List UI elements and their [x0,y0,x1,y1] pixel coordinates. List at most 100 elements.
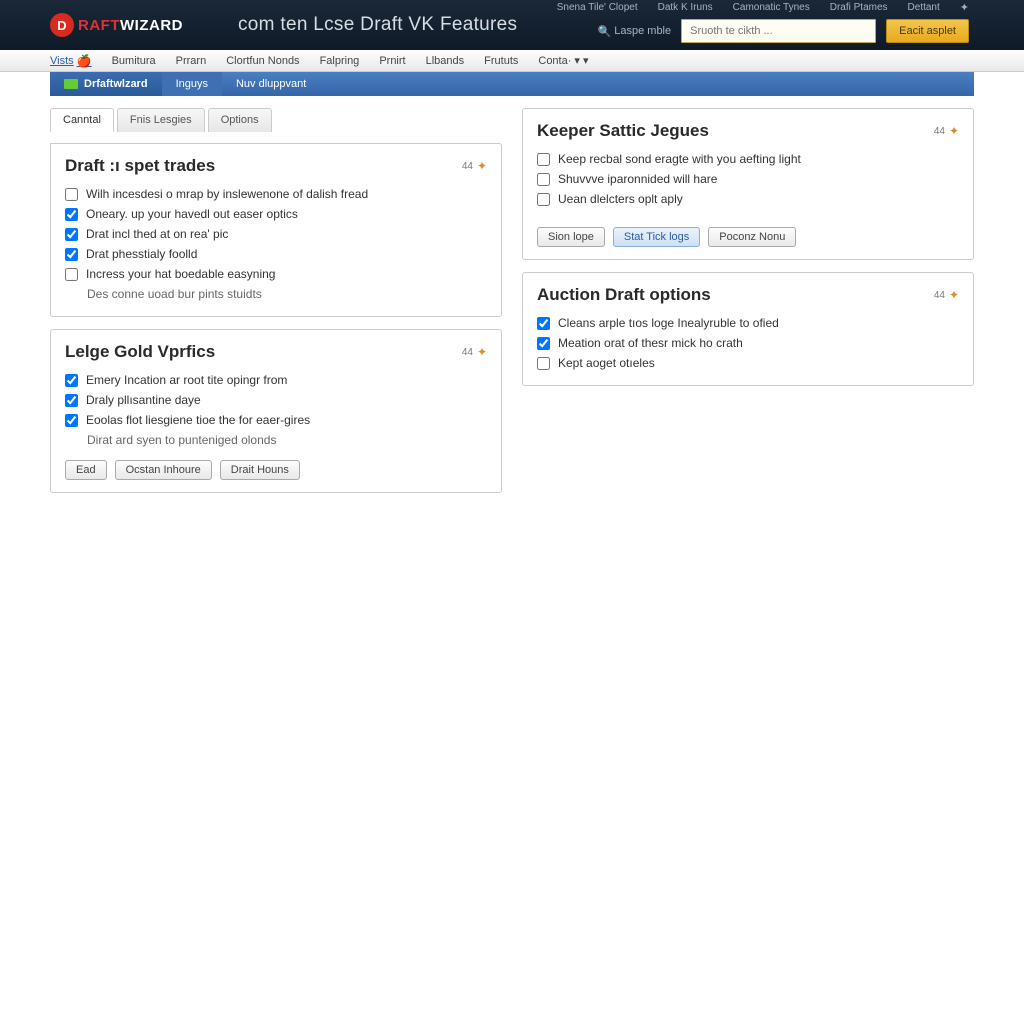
search-label: 🔍 Laspe mble [598,25,672,38]
logo-text: RAFTWIZARD [78,17,183,34]
panel-auction: Auction Draft options 44✦ Cleans arple t… [522,272,974,386]
star-icon: ✦ [949,124,959,138]
topnav-link[interactable]: Snena Tile' Clopet [557,2,638,13]
option-label: Drat phesstialy foolld [86,247,197,261]
nav-item[interactable]: Prnirt [379,55,405,67]
checkbox[interactable] [65,268,78,281]
nav-item[interactable]: Falpring [320,55,360,67]
stat-tick-button[interactable]: Stat Tick logs [613,227,700,247]
option-row[interactable]: Meation orat of thesr mick ho crath [537,333,959,353]
panel-badge: 44✦ [934,288,959,302]
panel-title: Draft :ı spet trades [65,156,215,176]
button-row: Ead Ocstan Inhoure Drait Houns [65,460,487,480]
ocstan-button[interactable]: Ocstan Inhoure [115,460,212,480]
flag-icon [64,79,78,89]
sub-nav: Drfaftwlzard Inguys Nuv dluppvant [50,72,974,96]
apple-icon: 🍎 [77,54,92,68]
nav-item[interactable]: Prrarn [176,55,207,67]
nav-item[interactable]: Llbands [426,55,465,67]
checkbox[interactable] [537,193,550,206]
option-row[interactable]: Emery Incation ar root tite opingr from [65,370,487,390]
logo[interactable]: D RAFTWIZARD [50,13,183,37]
option-row[interactable]: Cleans arple tıos loge Inealyruble to of… [537,313,959,333]
checkbox[interactable] [537,357,550,370]
option-label: Uean dlelcters oplt aply [558,192,683,206]
panel-keeper: Keeper Sattic Jegues 44✦ Keep recbal son… [522,108,974,260]
button-row: Sion lope Stat Tick logs Poconz Nonu [537,227,959,247]
checkbox[interactable] [537,173,550,186]
checkbox[interactable] [537,317,550,330]
option-row[interactable]: Incress your hat boedable easyning [65,264,487,284]
option-label: Eoolas flot liesgiene tioe the for eaer-… [86,413,310,427]
checkbox[interactable] [537,337,550,350]
panel-lelge-gold: Lelge Gold Vprfics 44✦ Emery Incation ar… [50,329,502,493]
tab[interactable]: Options [208,108,272,132]
topnav-link[interactable]: Camonatic Tynes [733,2,810,13]
checkbox[interactable] [65,228,78,241]
search-input[interactable] [681,19,876,43]
option-label: Shuvvve iparonnided will hare [558,172,717,186]
option-label: Meation orat of thesr mick ho crath [558,336,743,350]
panel-draft-trades: Draft :ı spet trades 44✦ Wilh incesdesi … [50,143,502,317]
option-row[interactable]: Drat phesstialy foolld [65,244,487,264]
checkbox[interactable] [65,414,78,427]
option-label: Kept aoget otıeles [558,356,655,370]
checkbox[interactable] [65,208,78,221]
option-label: Keep recbal sond eragte with you aefting… [558,152,801,166]
option-row[interactable]: Kept aoget otıeles [537,353,959,373]
checkbox[interactable] [65,374,78,387]
option-row[interactable]: Shuvvve iparonnided will hare [537,169,959,189]
option-label: Draly pllısantine daye [86,393,201,407]
topnav-link[interactable]: Dettant [908,2,940,13]
panel-badge: 44✦ [934,124,959,138]
option-row[interactable]: Keep recbal sond eragte with you aefting… [537,149,959,169]
nav-item-dropdown[interactable]: Conta· ▾ ▾ [538,54,588,67]
poconz-button[interactable]: Poconz Nonu [708,227,796,247]
option-label: Wilh incesdesi o mrap by inslewenone of … [86,187,368,201]
sion-lope-button[interactable]: Sion lope [537,227,605,247]
panel-title: Lelge Gold Vprfics [65,342,215,362]
subnav-item[interactable]: Inguys [162,72,222,96]
option-row[interactable]: Wilh incesdesi o mrap by inslewenone of … [65,184,487,204]
star-icon: ✦ [477,159,487,173]
option-label: Drat incl thed at on rea' pic [86,227,228,241]
option-label: Incress your hat boedable easyning [86,267,275,281]
nav-item[interactable]: Clortfun Nonds [226,55,299,67]
ead-button[interactable]: Ead [65,460,107,480]
cta-button[interactable]: Eacit asplet [886,19,969,43]
panel-title: Keeper Sattic Jegues [537,121,709,141]
nav-item[interactable]: Vists🍎 [50,54,92,68]
topnav-link[interactable]: Datk K Iruns [658,2,713,13]
option-label: Emery Incation ar root tite opingr from [86,373,287,387]
option-subtext: Dirat ard syen to punteniged olonds [65,430,487,450]
chevron-down-icon: ▾ [574,54,580,67]
panel-badge: 44✦ [462,159,487,173]
tab[interactable]: Fnis Lesgies [117,108,205,132]
tab[interactable]: Canntal [50,108,114,132]
subnav-item[interactable]: Nuv dluppvant [222,72,320,96]
option-label: Cleans arple tıos loge Inealyruble to of… [558,316,779,330]
option-row[interactable]: Uean dlelcters oplt aply [537,189,959,209]
option-subtext: Des conne uoad bur pints stuidts [65,284,487,304]
nav-item[interactable]: Frututs [484,55,518,67]
search-row: 🔍 Laspe mble Eacit asplet [598,19,969,43]
checkbox[interactable] [537,153,550,166]
option-row[interactable]: Eoolas flot liesgiene tioe the for eaer-… [65,410,487,430]
option-row[interactable]: Drat incl thed at on rea' pic [65,224,487,244]
checkbox[interactable] [65,394,78,407]
plus-icon[interactable]: ✦ [960,1,969,14]
checkbox[interactable] [65,188,78,201]
top-nav: Snena Tile' Clopet Datk K Iruns Camonati… [557,0,969,14]
subnav-item[interactable]: Drfaftwlzard [50,72,162,96]
nav-item[interactable]: Bumitura [112,55,156,67]
logo-icon: D [50,13,74,37]
right-column: Keeper Sattic Jegues 44✦ Keep recbal son… [522,108,974,386]
checkbox[interactable] [65,248,78,261]
option-row[interactable]: Oneary. up your havedl out easer optics [65,204,487,224]
search-icon: 🔍 [598,25,612,38]
option-row[interactable]: Draly pllısantine daye [65,390,487,410]
topnav-link[interactable]: Drafi Ptames [830,2,888,13]
drait-hours-button[interactable]: Drait Houns [220,460,300,480]
star-icon: ✦ [477,345,487,359]
page-title: com ten Lcse Draft VK Features [238,14,517,36]
